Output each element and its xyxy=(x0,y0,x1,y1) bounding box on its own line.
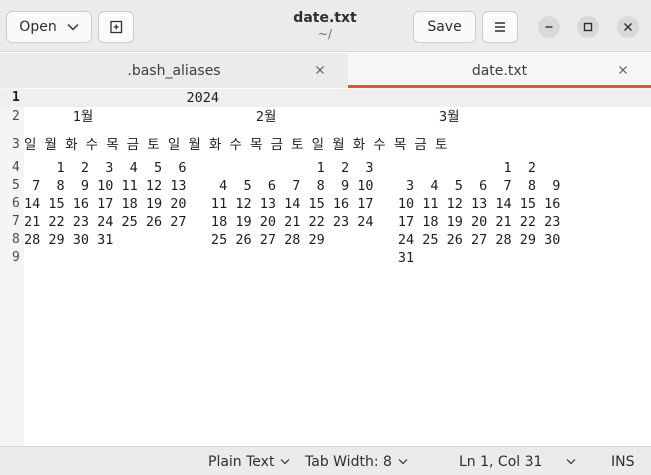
line-text: 1 2 3 4 5 6 1 2 3 1 2 xyxy=(24,160,537,176)
tab-bash-aliases[interactable]: .bash_aliases xyxy=(0,53,348,88)
line-text: 28 29 30 31 25 26 27 28 29 24 25 26 27 2… xyxy=(24,232,561,248)
minimize-icon xyxy=(545,26,553,28)
window-title-area: date.txt ~/ xyxy=(230,9,420,41)
chevron-down-icon xyxy=(398,459,408,465)
open-button-label: Open xyxy=(19,19,57,35)
line-text: 31 xyxy=(24,250,415,266)
line-text: 일 월 화 수 목 금 토 일 월 화 수 목 금 토 일 월 화 수 목 금 … xyxy=(24,137,448,153)
line-number: 2 xyxy=(12,109,20,124)
new-tab-button[interactable] xyxy=(98,11,134,43)
status-bar: Plain Text Tab Width: 8 Ln 1, Col 31 INS xyxy=(0,446,651,475)
tab-width-selector[interactable]: Tab Width: 8 xyxy=(305,447,408,475)
close-icon[interactable] xyxy=(312,62,328,78)
editor-line[interactable]: 5 7 8 9 10 11 12 13 4 5 6 7 8 9 10 3 4 5… xyxy=(0,177,651,195)
header-bar: Open date.txt ~/ Save xyxy=(0,0,651,52)
line-number: 7 xyxy=(12,214,20,229)
line-number: 8 xyxy=(12,232,20,247)
main-menu-button[interactable] xyxy=(482,11,518,43)
save-button[interactable]: Save xyxy=(413,11,476,43)
editor-line[interactable]: 1 2024 xyxy=(0,89,651,107)
maximize-icon xyxy=(583,22,593,32)
line-text: 1월 2월 3월 xyxy=(24,109,460,125)
cursor-position-selector[interactable]: Ln 1, Col 31 xyxy=(459,447,576,475)
line-number: 5 xyxy=(12,178,20,193)
minimize-button[interactable] xyxy=(538,16,560,38)
editor-line[interactable]: 4 1 2 3 4 5 6 1 2 3 1 2 xyxy=(0,159,651,177)
window-title: date.txt xyxy=(293,10,357,26)
language-selector[interactable]: Plain Text xyxy=(208,447,290,475)
line-text: 21 22 23 24 25 26 27 18 19 20 21 22 23 2… xyxy=(24,214,561,230)
language-label: Plain Text xyxy=(208,453,275,470)
editor-line[interactable]: 6 14 15 16 17 18 19 20 11 12 13 14 15 16… xyxy=(0,195,651,213)
tab-date-txt[interactable]: date.txt xyxy=(348,53,651,88)
editor-line[interactable]: 8 28 29 30 31 25 26 27 28 29 24 25 26 27… xyxy=(0,231,651,249)
editor-line[interactable]: 7 21 22 23 24 25 26 27 18 19 20 21 22 23… xyxy=(0,213,651,231)
editor-line[interactable]: 9 31 xyxy=(0,249,651,267)
chevron-down-icon xyxy=(567,459,576,465)
line-number: 3 xyxy=(12,137,20,152)
new-tab-icon xyxy=(110,20,123,34)
tab-width-label: Tab Width: 8 xyxy=(305,453,392,470)
chevron-down-icon xyxy=(67,24,79,31)
editor-line[interactable]: 2 1월 2월 3월 xyxy=(0,108,651,126)
tab-label: .bash_aliases xyxy=(127,62,221,79)
hamburger-menu-icon xyxy=(495,22,505,32)
line-text: 7 8 9 10 11 12 13 4 5 6 7 8 9 10 3 4 5 6… xyxy=(24,178,561,194)
cursor-position-label: Ln 1, Col 31 xyxy=(459,453,543,470)
maximize-button[interactable] xyxy=(577,16,599,38)
line-number: 6 xyxy=(12,196,20,211)
editor-line[interactable]: 3 일 월 화 수 목 금 토 일 월 화 수 목 금 토 일 월 화 수 목 … xyxy=(0,136,651,154)
text-editor[interactable]: 1 2024 2 1월 2월 3월 3 일 월 화 수 목 금 토 일 월 화 … xyxy=(0,88,651,446)
insert-mode-indicator[interactable]: INS xyxy=(611,447,635,475)
tab-label: date.txt xyxy=(471,62,528,79)
window-subtitle: ~/ xyxy=(317,27,333,41)
line-number: 9 xyxy=(12,250,20,265)
line-text: 2024 xyxy=(24,90,220,106)
chevron-down-icon xyxy=(281,459,290,465)
line-number: 4 xyxy=(12,160,20,175)
close-window-button[interactable] xyxy=(617,16,639,38)
tab-bar: .bash_aliases date.txt xyxy=(0,53,651,88)
line-text: 14 15 16 17 18 19 20 11 12 13 14 15 16 1… xyxy=(24,196,561,212)
line-number: 1 xyxy=(12,90,20,105)
close-icon[interactable] xyxy=(615,62,631,78)
close-icon xyxy=(624,23,632,31)
open-button[interactable]: Open xyxy=(6,11,92,43)
